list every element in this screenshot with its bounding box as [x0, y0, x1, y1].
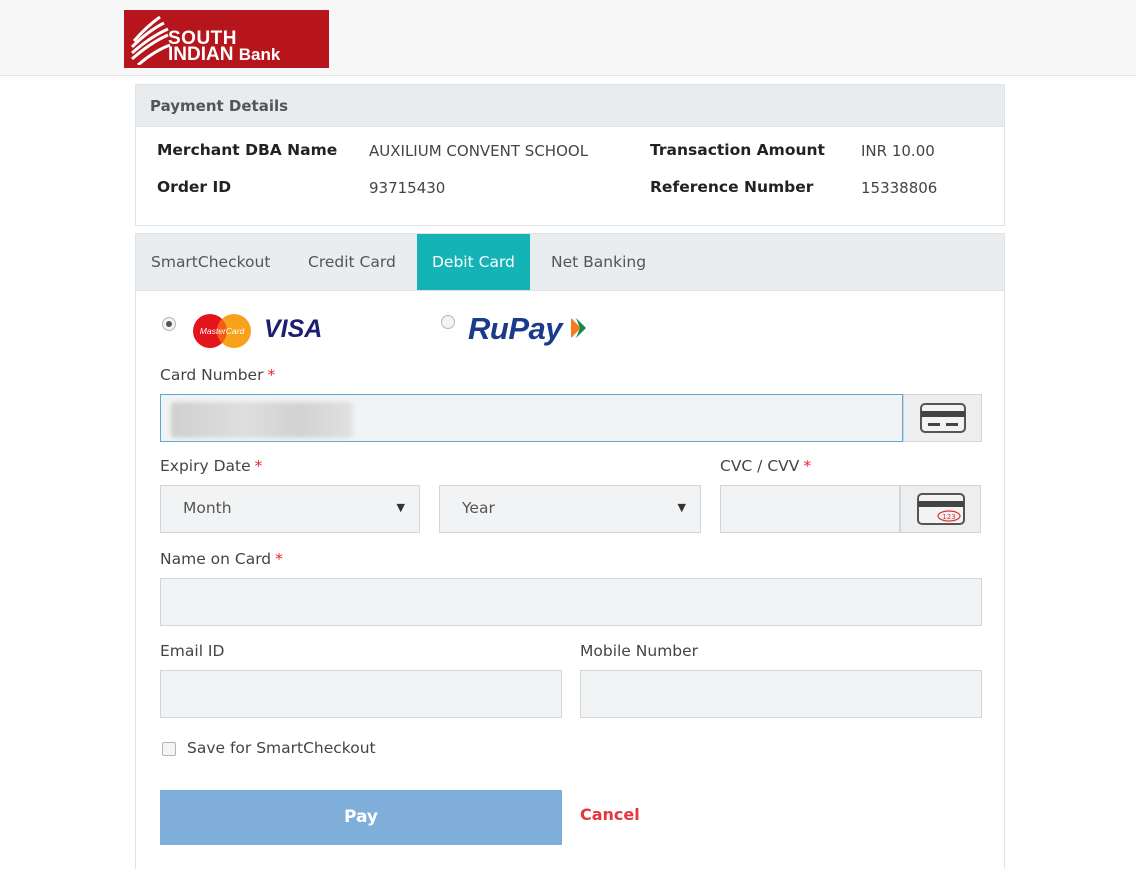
- pay-button[interactable]: Pay: [160, 790, 562, 845]
- card-addon: [903, 394, 982, 442]
- svg-text:MasterCard: MasterCard: [200, 326, 245, 336]
- mastercard-icon: MasterCard: [190, 311, 254, 351]
- card-icon: [919, 403, 966, 433]
- merchant-label: Merchant DBA Name: [157, 141, 338, 159]
- tab-credit-card[interactable]: Credit Card: [308, 234, 396, 290]
- expiry-label: Expiry Date *: [160, 457, 263, 475]
- chevron-down-icon: ▼: [396, 501, 405, 514]
- bank-logo: SOUTH INDIAN Bank: [124, 10, 329, 68]
- card-number-input[interactable]: [160, 394, 903, 442]
- mobile-label: Mobile Number: [580, 642, 699, 660]
- amount-value: INR 10.00: [861, 142, 935, 160]
- radio-mastercard-visa[interactable]: [162, 317, 176, 331]
- radio-rupay[interactable]: [441, 315, 455, 329]
- reference-value: 15338806: [861, 179, 938, 197]
- rupay-arrow-icon: [571, 318, 587, 338]
- payment-details-panel: Payment Details Merchant DBA Name AUXILI…: [135, 84, 1005, 226]
- payment-details-title: Payment Details: [136, 85, 1004, 127]
- mobile-input[interactable]: [580, 670, 982, 718]
- header-bar: SOUTH INDIAN Bank: [0, 0, 1136, 76]
- chevron-down-icon: ▼: [677, 501, 686, 514]
- tab-debit-card[interactable]: Debit Card: [417, 234, 530, 290]
- amount-label: Transaction Amount: [650, 141, 825, 159]
- tab-smartcheckout[interactable]: SmartCheckout: [151, 234, 270, 290]
- cancel-link[interactable]: Cancel: [580, 805, 640, 824]
- reference-label: Reference Number: [650, 178, 814, 196]
- cvv-addon: 123: [900, 485, 981, 533]
- cvv-label: CVC / CVV *: [720, 457, 812, 475]
- email-input[interactable]: [160, 670, 562, 718]
- month-select[interactable]: Month ▼: [160, 485, 420, 533]
- rupay-logo: RuPay: [468, 311, 589, 347]
- order-id-label: Order ID: [157, 178, 232, 196]
- save-smartcheckout-checkbox[interactable]: [162, 742, 176, 756]
- debit-card-form: MasterCard VISA RuPay Card Number * Expir…: [135, 291, 1005, 869]
- name-on-card-input[interactable]: [160, 578, 982, 626]
- svg-text:123: 123: [942, 513, 955, 521]
- logo-swoosh-icon: [130, 15, 171, 65]
- cvv-input[interactable]: [720, 485, 900, 533]
- email-label: Email ID: [160, 642, 225, 660]
- card-number-redacted: [171, 402, 353, 438]
- save-smartcheckout-label: Save for SmartCheckout: [187, 739, 376, 757]
- card-number-label: Card Number *: [160, 366, 276, 384]
- cvv-card-icon: 123: [916, 493, 965, 525]
- name-on-card-label: Name on Card *: [160, 550, 283, 568]
- merchant-value: AUXILIUM CONVENT SCHOOL: [369, 142, 589, 160]
- payment-method-tabs: SmartCheckout Credit Card Debit Card Net…: [135, 233, 1005, 291]
- order-id-value: 93715430: [369, 179, 446, 197]
- tab-net-banking[interactable]: Net Banking: [551, 234, 646, 290]
- logo-text-indian: INDIAN Bank: [168, 44, 281, 65]
- visa-logo: VISA: [264, 315, 323, 343]
- year-select[interactable]: Year ▼: [439, 485, 701, 533]
